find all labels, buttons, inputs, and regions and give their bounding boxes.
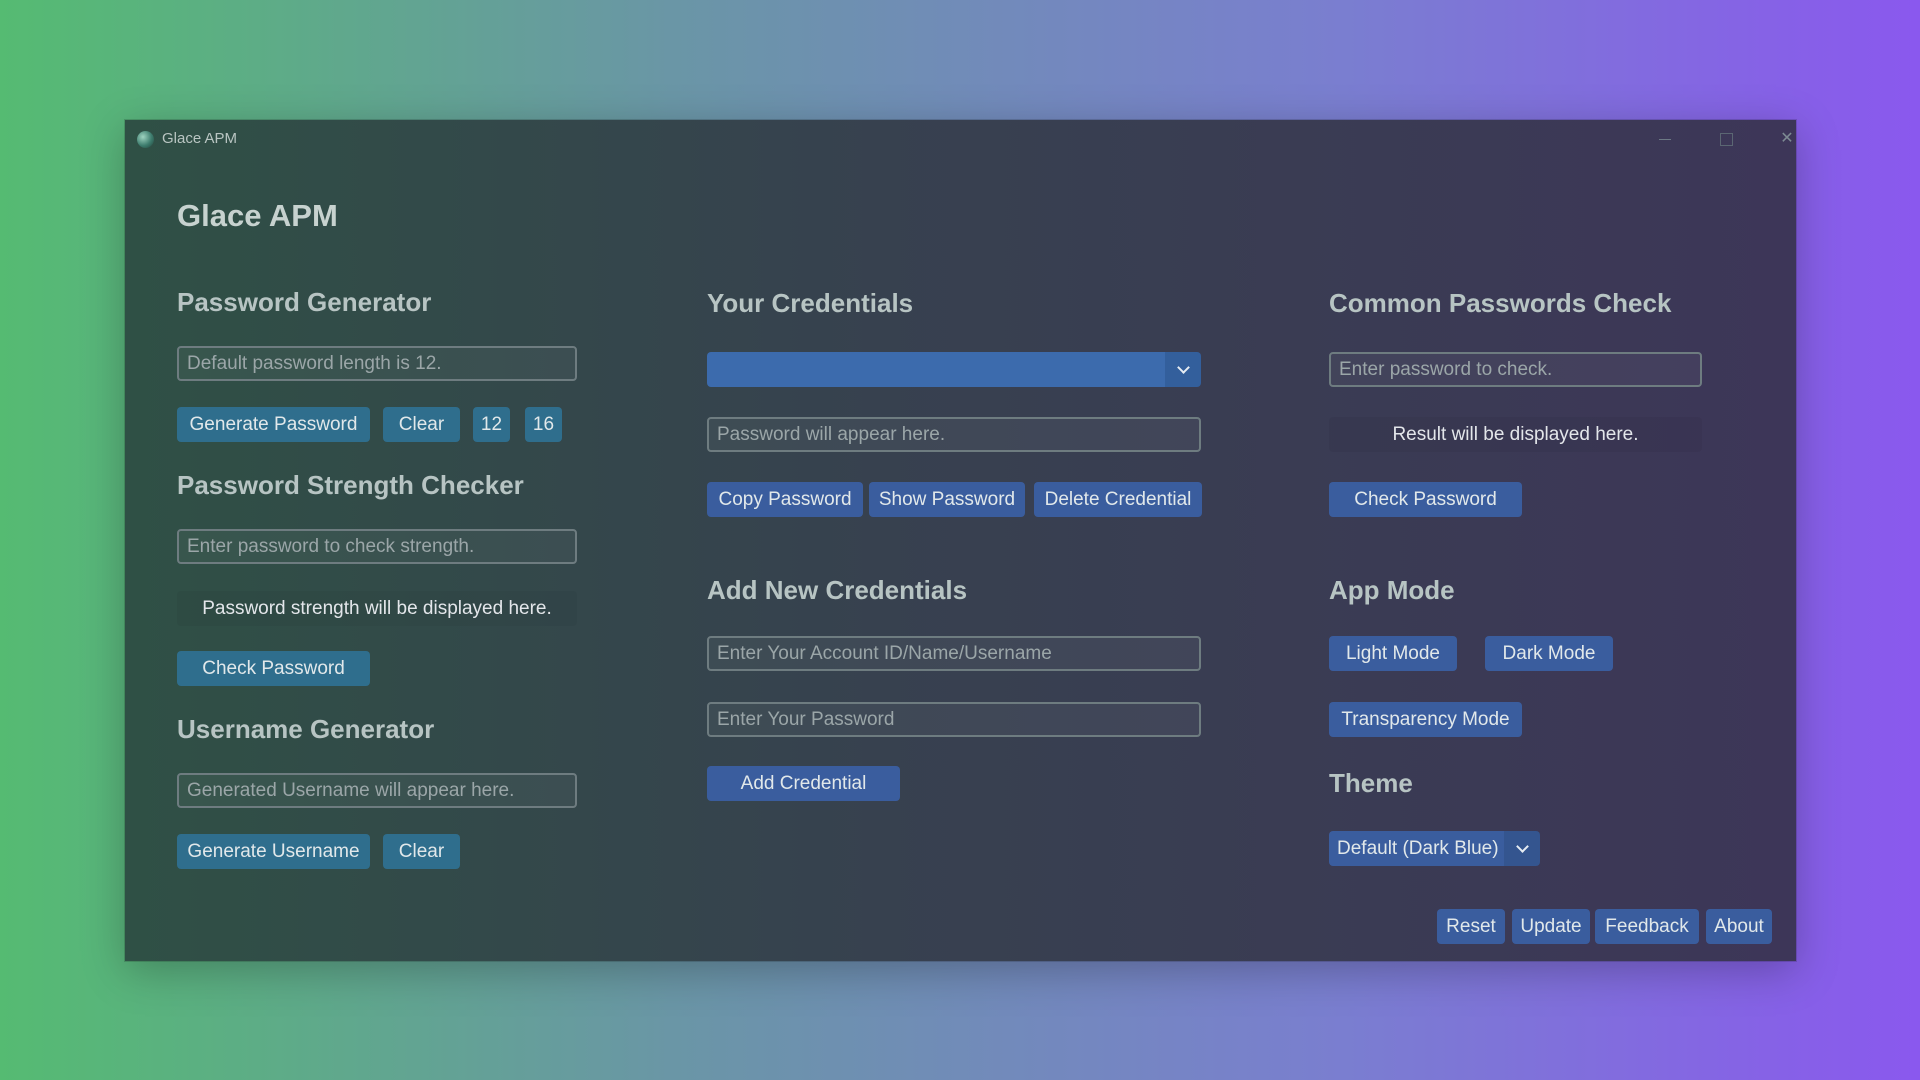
theme-title: Theme: [1329, 768, 1413, 798]
clear-username-button[interactable]: Clear: [383, 834, 460, 869]
about-button[interactable]: About: [1706, 909, 1772, 944]
credentials-dropdown[interactable]: [707, 352, 1201, 387]
window-title: Glace APM: [162, 130, 238, 147]
light-mode-button[interactable]: Light Mode: [1329, 636, 1457, 671]
length-12-button[interactable]: 12: [473, 407, 510, 442]
generated-username-field[interactable]: [177, 773, 577, 808]
minimize-icon[interactable]: [1642, 126, 1688, 152]
generate-username-button[interactable]: Generate Username: [177, 834, 370, 869]
strength-result: Password strength will be displayed here…: [177, 591, 577, 626]
length-16-button[interactable]: 16: [525, 407, 562, 442]
title-bar: Glace APM ✕: [125, 120, 1796, 158]
password-generator-title: Password Generator: [177, 287, 432, 317]
reset-button[interactable]: Reset: [1437, 909, 1505, 944]
maximize-icon[interactable]: [1703, 126, 1749, 152]
account-id-input[interactable]: [707, 636, 1201, 671]
strength-input[interactable]: [177, 529, 577, 564]
page-title: Glace APM: [177, 198, 338, 233]
app-window: Glace APM ✕ Glace APM Password Generator…: [125, 120, 1796, 961]
check-common-password-button[interactable]: Check Password: [1329, 482, 1522, 517]
copy-password-button[interactable]: Copy Password: [707, 482, 863, 517]
theme-dropdown-value: Default (Dark Blue): [1329, 831, 1504, 866]
credentials-dropdown-value: [707, 352, 1165, 387]
show-password-button[interactable]: Show Password: [869, 482, 1025, 517]
chevron-down-icon[interactable]: [1504, 831, 1540, 866]
common-check-result: Result will be displayed here.: [1329, 417, 1702, 452]
close-icon[interactable]: ✕: [1764, 126, 1810, 152]
add-credentials-title: Add New Credentials: [707, 575, 968, 605]
add-credential-button[interactable]: Add Credential: [707, 766, 900, 801]
app-mode-title: App Mode: [1329, 575, 1455, 605]
transparency-mode-button[interactable]: Transparency Mode: [1329, 702, 1522, 737]
generated-password-field[interactable]: [177, 346, 577, 381]
delete-credential-button[interactable]: Delete Credential: [1034, 482, 1202, 517]
credential-password-field[interactable]: [707, 417, 1201, 452]
common-check-title: Common Passwords Check: [1329, 288, 1672, 318]
clear-password-button[interactable]: Clear: [383, 407, 460, 442]
new-password-input[interactable]: [707, 702, 1201, 737]
check-strength-button[interactable]: Check Password: [177, 651, 370, 686]
chevron-down-icon[interactable]: [1165, 352, 1201, 387]
update-button[interactable]: Update: [1512, 909, 1590, 944]
strength-checker-title: Password Strength Checker: [177, 470, 524, 500]
credentials-title: Your Credentials: [707, 288, 914, 318]
feedback-button[interactable]: Feedback: [1595, 909, 1699, 944]
app-logo-icon: [137, 131, 154, 148]
theme-dropdown[interactable]: Default (Dark Blue): [1329, 831, 1540, 866]
generate-password-button[interactable]: Generate Password: [177, 407, 370, 442]
common-check-input[interactable]: [1329, 352, 1702, 387]
username-generator-title: Username Generator: [177, 714, 435, 744]
dark-mode-button[interactable]: Dark Mode: [1485, 636, 1613, 671]
